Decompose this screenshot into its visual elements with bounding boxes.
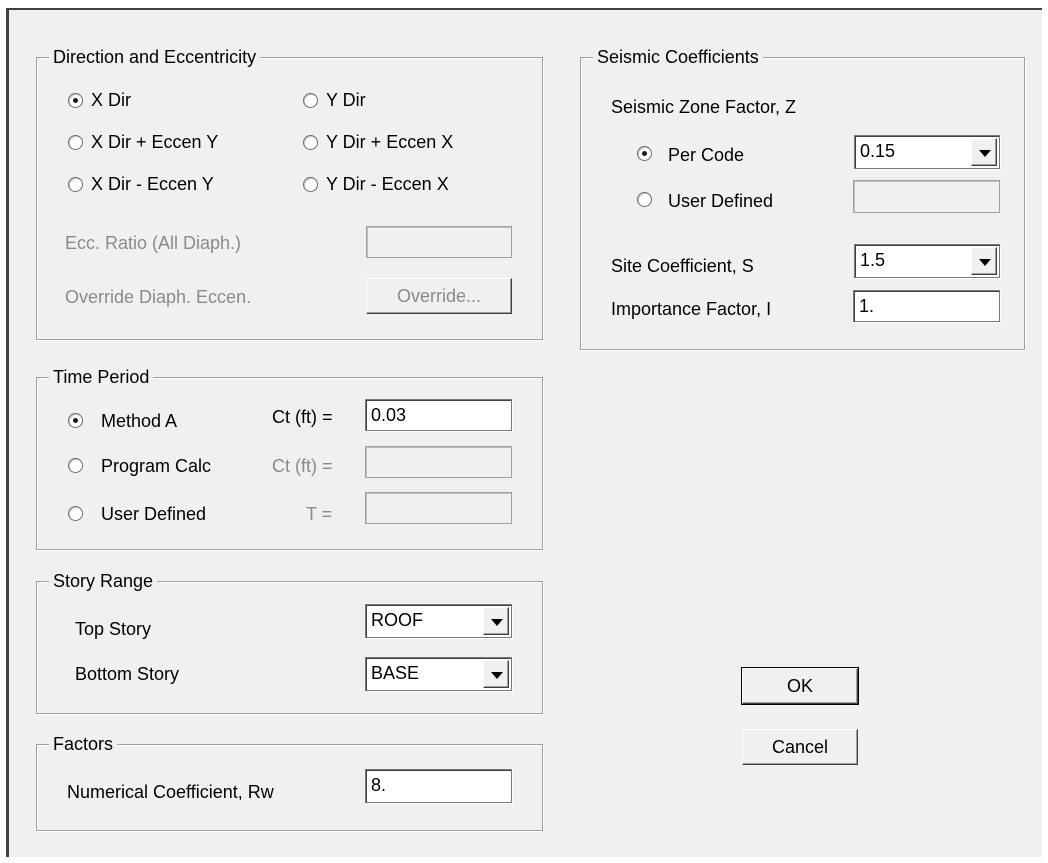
chevron-down-icon[interactable] [483, 607, 509, 635]
radio-program-calc[interactable] [68, 458, 83, 473]
ok-button[interactable]: OK [741, 667, 859, 705]
radio-y-dir-minus-eccen-x-label: Y Dir - Eccen X [326, 174, 449, 194]
factors-title: Factors [49, 733, 118, 755]
seismic-title: Seismic Coefficients [593, 46, 763, 68]
bottom-story-value: BASE [371, 663, 420, 683]
radio-method-a[interactable] [68, 413, 83, 428]
site-coefficient-label: Site Coefficient, S [611, 256, 754, 276]
site-coefficient-value: 1.5 [860, 250, 886, 270]
override-button[interactable]: Override... [366, 278, 512, 314]
radio-x-dir[interactable] [68, 93, 83, 108]
rw-label: Numerical Coefficient, Rw [67, 782, 274, 802]
bottom-story-dropdown[interactable]: BASE [365, 657, 512, 691]
zone-factor-value: 0.15 [860, 141, 896, 161]
ecc-ratio-field[interactable] [366, 226, 512, 258]
radio-x-dir-label: X Dir [91, 90, 131, 110]
radio-user-defined-zone[interactable] [637, 192, 652, 207]
method-a-ct-label: Ct (ft) = [272, 407, 333, 427]
radio-y-dir[interactable] [303, 93, 318, 108]
user-defined-t-label: T = [306, 504, 333, 524]
seismic-zone-factor-label: Seismic Zone Factor, Z [611, 97, 797, 117]
radio-y-dir-label: Y Dir [326, 90, 366, 110]
bottom-story-label: Bottom Story [75, 664, 180, 684]
radio-user-defined-period[interactable] [68, 506, 83, 521]
rw-field[interactable]: 8. [365, 769, 512, 803]
radio-x-dir-plus-eccen-y-label: X Dir + Eccen Y [91, 132, 219, 152]
story-range-title: Story Range [49, 570, 158, 592]
program-calc-ct-field[interactable] [365, 446, 512, 478]
direction-group-title: Direction and Eccentricity [49, 46, 261, 68]
user-defined-zone-label: User Defined [668, 191, 774, 211]
cancel-button[interactable]: Cancel [742, 729, 858, 765]
user-defined-period-label: User Defined [101, 504, 207, 524]
chevron-down-icon[interactable] [971, 247, 997, 275]
chevron-down-icon[interactable] [483, 660, 509, 688]
program-calc-label: Program Calc [101, 456, 212, 476]
importance-factor-label: Importance Factor, I [611, 299, 772, 319]
story-range-group: Story Range [36, 570, 543, 714]
zone-factor-dropdown[interactable]: 0.15 [854, 135, 1000, 169]
top-story-value: ROOF [371, 610, 423, 630]
radio-y-dir-minus-eccen-x[interactable] [303, 177, 318, 192]
chevron-down-icon[interactable] [971, 138, 997, 166]
site-coefficient-dropdown[interactable]: 1.5 [854, 244, 1000, 278]
radio-x-dir-plus-eccen-y[interactable] [68, 135, 83, 150]
time-period-title: Time Period [49, 366, 154, 388]
override-diaph-eccen-label: Override Diaph. Eccen. [65, 287, 252, 307]
method-a-ct-field[interactable]: 0.03 [365, 399, 512, 431]
radio-per-code[interactable] [637, 146, 652, 161]
method-a-label: Method A [101, 411, 178, 431]
program-calc-ct-label: Ct (ft) = [272, 456, 333, 476]
top-story-label: Top Story [75, 619, 152, 639]
radio-x-dir-minus-eccen-y[interactable] [68, 177, 83, 192]
top-story-dropdown[interactable]: ROOF [365, 604, 512, 638]
per-code-label: Per Code [668, 145, 745, 165]
radio-y-dir-plus-eccen-x[interactable] [303, 135, 318, 150]
radio-x-dir-minus-eccen-y-label: X Dir - Eccen Y [91, 174, 214, 194]
user-defined-zone-field[interactable] [853, 180, 1000, 213]
user-defined-t-field[interactable] [365, 492, 512, 524]
ecc-ratio-label: Ecc. Ratio (All Diaph.) [65, 233, 242, 253]
radio-y-dir-plus-eccen-x-label: Y Dir + Eccen X [326, 132, 454, 152]
importance-factor-field[interactable]: 1. [853, 290, 1000, 322]
